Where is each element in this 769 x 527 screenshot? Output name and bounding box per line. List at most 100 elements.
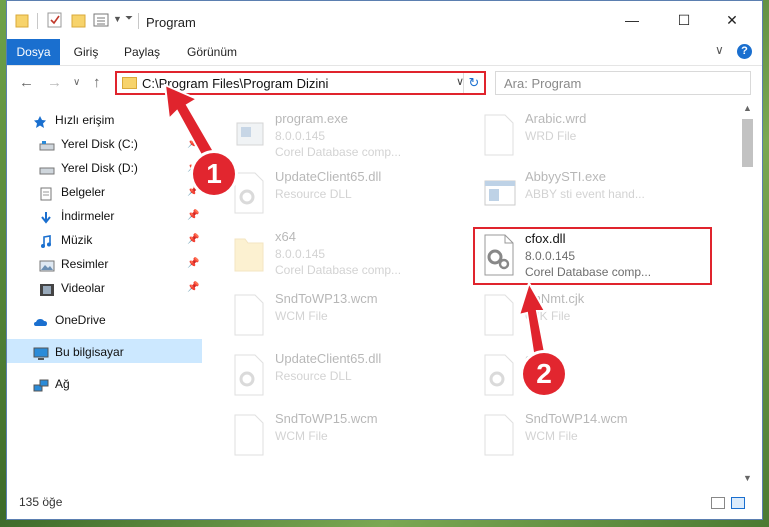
file-tile[interactable]: SndToWP14.wcm WCM File — [455, 407, 685, 461]
file-name: AbbyySTI.exe — [525, 169, 606, 184]
blank-file-icon — [234, 414, 264, 456]
file-tile[interactable]: UpdateClient65.dll Resource DLL — [205, 347, 435, 401]
video-icon — [39, 282, 55, 296]
pin-icon[interactable]: 📌 — [187, 258, 199, 269]
up-button[interactable]: ↑ — [93, 74, 101, 91]
explorer-window: ▼ ⏷ Program — ☐ ✕ Dosya Giriş Paylaş Gör… — [6, 0, 763, 520]
item-count: 135 öğe — [19, 495, 63, 509]
file-tile[interactable]: UpdateClient65.dll Resource DLL — [205, 165, 435, 219]
pin-icon[interactable]: 📌 — [187, 210, 199, 221]
file-type: WCM File — [275, 429, 328, 443]
file-name: SndToWP15.wcm — [275, 411, 378, 426]
file-description: Corel Database comp... — [275, 263, 402, 277]
details-view-icon[interactable] — [711, 497, 725, 509]
navigation-pane: Hızlı erişim Yerel Disk (C:) 📌 Yerel Dis… — [7, 101, 205, 481]
file-description: Corel Database comp... — [275, 145, 402, 159]
properties-icon[interactable] — [47, 12, 63, 30]
tab-paylas[interactable]: Paylaş — [112, 39, 172, 65]
download-icon — [39, 210, 55, 224]
sidebar-item-pictures[interactable]: Resimler — [39, 253, 108, 275]
new-folder-icon[interactable] — [71, 12, 87, 30]
dll-icon — [234, 172, 264, 214]
blank-file-icon — [484, 294, 514, 336]
sidebar-item-disk-c[interactable]: Yerel Disk (C:) — [39, 133, 138, 155]
network-icon — [33, 378, 49, 392]
file-tile[interactable]: ShNmt.cjk CJK File — [455, 287, 685, 341]
blank-file-icon — [484, 414, 514, 456]
forward-button[interactable]: → — [47, 74, 62, 91]
sidebar-item-quick-access[interactable]: Hızlı erişim — [33, 109, 114, 131]
customize-chevron-icon[interactable]: ▼ — [113, 14, 123, 32]
folder-icon — [122, 77, 137, 89]
file-tile[interactable]: Arabic.wrd WRD File — [455, 107, 685, 161]
quick-access-dropdown-icon[interactable]: ⏷ — [125, 13, 135, 31]
file-tile[interactable]: x64 8.0.0.145 Corel Database comp... — [205, 225, 435, 279]
sidebar-item-music[interactable]: Müzik — [39, 229, 92, 251]
file-name: UpdateClient65.dll — [275, 169, 382, 184]
file-list: program.exe 8.0.0.145 Corel Database com… — [205, 101, 739, 481]
star-icon — [33, 114, 49, 128]
sidebar-item-videos[interactable]: Videolar — [39, 277, 105, 299]
refresh-button[interactable]: ↻ — [463, 73, 484, 93]
picture-icon — [39, 258, 55, 272]
sidebar-item-documents[interactable]: Belgeler — [39, 181, 105, 203]
tab-gorunum[interactable]: Görünüm — [172, 39, 252, 65]
folder-icon — [234, 238, 264, 272]
computer-icon — [33, 346, 49, 360]
file-tile[interactable]: AbbyySTI.exe ABBY sti event hand... — [455, 165, 685, 219]
minimize-button[interactable]: — — [609, 7, 655, 33]
recent-locations-button[interactable]: ∨ — [73, 77, 80, 88]
file-type: WCM File — [275, 309, 328, 323]
back-button[interactable]: ← — [19, 74, 34, 91]
file-type: WRD File — [525, 129, 577, 143]
file-tile[interactable]: program.exe 8.0.0.145 Corel Database com… — [205, 107, 435, 161]
file-name: SndToWP13.wcm — [275, 291, 378, 306]
sidebar-item-this-pc[interactable]: Bu bilgisayar — [33, 341, 124, 363]
file-version: 8.0.0.145 — [275, 129, 326, 143]
address-path[interactable]: C:\Program Files\Program Dizini — [142, 76, 328, 91]
drive-icon — [39, 162, 55, 176]
file-type: WCM File — [525, 429, 578, 443]
scrollbar-thumb[interactable] — [742, 119, 753, 167]
title-bar: ▼ ⏷ Program — ☐ ✕ — [7, 1, 762, 39]
pin-icon[interactable]: 📌 — [187, 234, 199, 245]
file-name: Arabic.wrd — [525, 111, 587, 126]
sidebar-item-disk-d[interactable]: Yerel Disk (D:) — [39, 157, 138, 179]
expand-ribbon-icon[interactable]: ∨ — [715, 43, 724, 57]
navigation-bar: ← → ∨ ↑ C:\Program Files\Program Dizini … — [7, 66, 762, 100]
file-name: x64 — [275, 229, 296, 244]
pin-icon[interactable]: 📌 — [187, 282, 199, 293]
scroll-down-icon[interactable]: ▼ — [743, 473, 752, 483]
music-icon — [39, 234, 55, 248]
sidebar-item-downloads[interactable]: İndirmeler — [39, 205, 114, 227]
scroll-up-icon[interactable]: ▲ — [743, 103, 752, 113]
sidebar-item-network[interactable]: Ağ — [33, 373, 70, 395]
file-name: ShNmt.cjk — [525, 291, 585, 306]
dll-icon — [484, 354, 514, 396]
dll-icon — [234, 354, 264, 396]
tab-dosya[interactable]: Dosya — [7, 39, 60, 65]
file-type: Resource DLL — [275, 369, 352, 383]
file-type: ABBY sti event hand... — [525, 187, 645, 201]
pin-icon[interactable]: 📌 — [187, 138, 199, 149]
sidebar-item-onedrive[interactable]: OneDrive — [33, 309, 106, 331]
status-bar: 135 öğe — [7, 489, 762, 519]
highlight-box-cfox — [473, 227, 712, 285]
file-tile[interactable]: SndToWP15.wcm WCM File — [205, 407, 435, 461]
search-placeholder: Ara: Program — [504, 76, 582, 91]
close-button[interactable]: ✕ — [709, 7, 755, 33]
address-bar[interactable]: C:\Program Files\Program Dizini ∨ ↻ — [115, 71, 486, 95]
large-icons-view-icon[interactable] — [731, 497, 745, 509]
vertical-scrollbar[interactable]: ▲ ▼ — [739, 101, 756, 486]
view-options-icon[interactable] — [93, 12, 111, 30]
search-input[interactable]: Ara: Program — [495, 71, 751, 95]
maximize-button[interactable]: ☐ — [661, 7, 707, 33]
tab-giris[interactable]: Giriş — [60, 39, 112, 65]
file-tile[interactable]: SndToWP13.wcm WCM File — [205, 287, 435, 341]
help-icon[interactable]: ? — [737, 44, 752, 59]
file-tile[interactable]: ctr.dll — [455, 347, 685, 401]
file-type: Resource DLL — [275, 187, 352, 201]
step-badge-1: 1 — [193, 153, 235, 195]
cloud-icon — [33, 314, 49, 328]
file-name: UpdateClient65.dll — [275, 351, 382, 366]
